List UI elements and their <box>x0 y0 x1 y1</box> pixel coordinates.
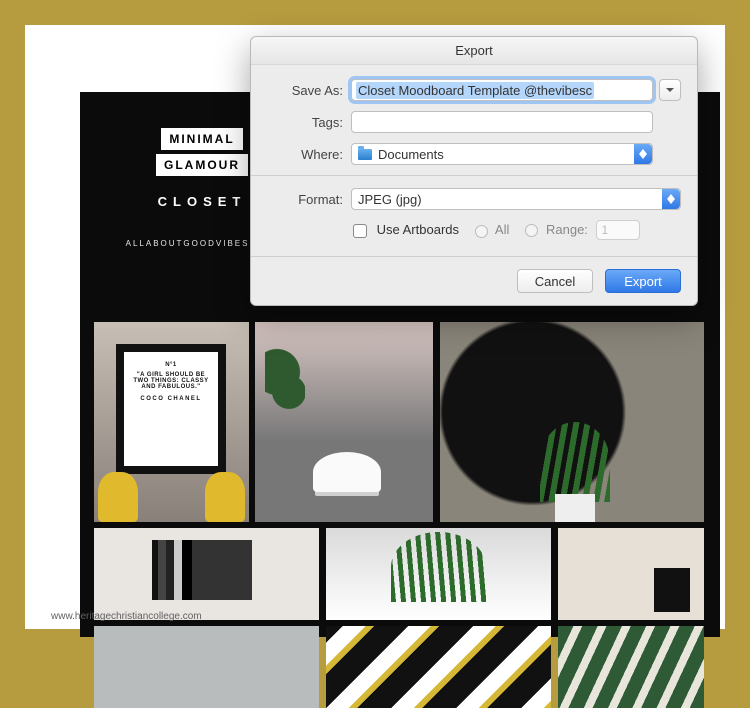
folder-icon <box>358 149 372 160</box>
artboards-row: Use Artboards All Range: 1 <box>353 220 681 240</box>
watermark: www.heritagechristiancollege.com <box>51 611 202 622</box>
use-artboards-checkbox[interactable]: Use Artboards <box>353 222 459 238</box>
quote-author: COCO CHANEL <box>130 396 212 402</box>
moodboard-image-7 <box>94 626 319 708</box>
use-artboards-label: Use Artboards <box>377 222 459 237</box>
stool-icon <box>313 452 381 492</box>
plant-icon <box>265 342 305 442</box>
range-input: 1 <box>596 220 640 240</box>
expand-save-panel-button[interactable] <box>659 79 681 101</box>
quote-number: N°1 <box>130 362 212 368</box>
chevron-down-icon <box>665 85 675 95</box>
dialog-body: Save As: Closet Moodboard Template @thev… <box>251 65 697 256</box>
where-label: Where: <box>267 147 343 162</box>
moodboard-image-leaves <box>558 626 704 708</box>
select-arrows-icon <box>634 144 652 164</box>
cancel-label: Cancel <box>535 274 575 289</box>
where-select[interactable]: Documents <box>351 143 653 165</box>
moodboard-image-mirror <box>440 322 704 522</box>
chair-icon <box>205 472 245 522</box>
clothes-rack-icon <box>152 540 252 600</box>
dialog-footer: Cancel Export <box>251 256 697 305</box>
range-value: 1 <box>602 223 609 237</box>
radio-icon <box>475 225 488 238</box>
bag-icon <box>654 568 690 612</box>
format-row: Format: JPEG (jpg) <box>267 188 681 210</box>
pot-icon <box>555 494 595 522</box>
moodboard-image-stool <box>255 322 433 522</box>
moodboard-image-rack <box>94 528 319 620</box>
divider <box>251 175 697 176</box>
quote-frame: N°1 "A GIRL SHOULD BE TWO THINGS: CLASSY… <box>116 344 226 474</box>
export-dialog: Export Save As: Closet Moodboard Templat… <box>250 36 698 306</box>
export-button[interactable]: Export <box>605 269 681 293</box>
select-arrows-icon <box>662 189 680 209</box>
range-label: Range: <box>546 222 588 237</box>
tags-input[interactable] <box>351 111 653 133</box>
save-as-value: Closet Moodboard Template @thevibesc <box>356 82 594 99</box>
moodboard-title-2: GLAMOUR <box>156 154 248 176</box>
format-select[interactable]: JPEG (jpg) <box>351 188 681 210</box>
moodboard-image-zebra <box>326 626 551 708</box>
range-radio: Range: 1 <box>525 220 639 240</box>
chair-icon <box>98 472 138 522</box>
dialog-title: Export <box>251 37 697 65</box>
quote-text: "A GIRL SHOULD BE TWO THINGS: CLASSY AND… <box>130 372 212 390</box>
format-label: Format: <box>267 192 343 207</box>
cancel-button[interactable]: Cancel <box>517 269 593 293</box>
radio-icon <box>525 224 538 237</box>
plant-icon <box>391 532 486 602</box>
moodboard-image-bag <box>558 528 704 620</box>
save-as-input[interactable]: Closet Moodboard Template @thevibesc <box>351 79 653 101</box>
moodboard-image-plant <box>326 528 551 620</box>
save-as-row: Save As: Closet Moodboard Template @thev… <box>267 79 681 101</box>
save-as-label: Save As: <box>267 83 343 98</box>
all-label: All <box>495 222 509 237</box>
moodboard-title-1: MINIMAL <box>161 128 242 150</box>
plant-icon <box>540 422 610 502</box>
checkbox-icon <box>353 224 367 238</box>
all-radio: All <box>475 222 509 237</box>
export-label: Export <box>624 274 662 289</box>
where-row: Where: Documents <box>267 143 681 165</box>
tags-row: Tags: <box>267 111 681 133</box>
format-value: JPEG (jpg) <box>358 192 422 207</box>
where-value: Documents <box>378 147 444 162</box>
moodboard-image-quote: N°1 "A GIRL SHOULD BE TWO THINGS: CLASSY… <box>94 322 249 522</box>
tags-label: Tags: <box>267 115 343 130</box>
